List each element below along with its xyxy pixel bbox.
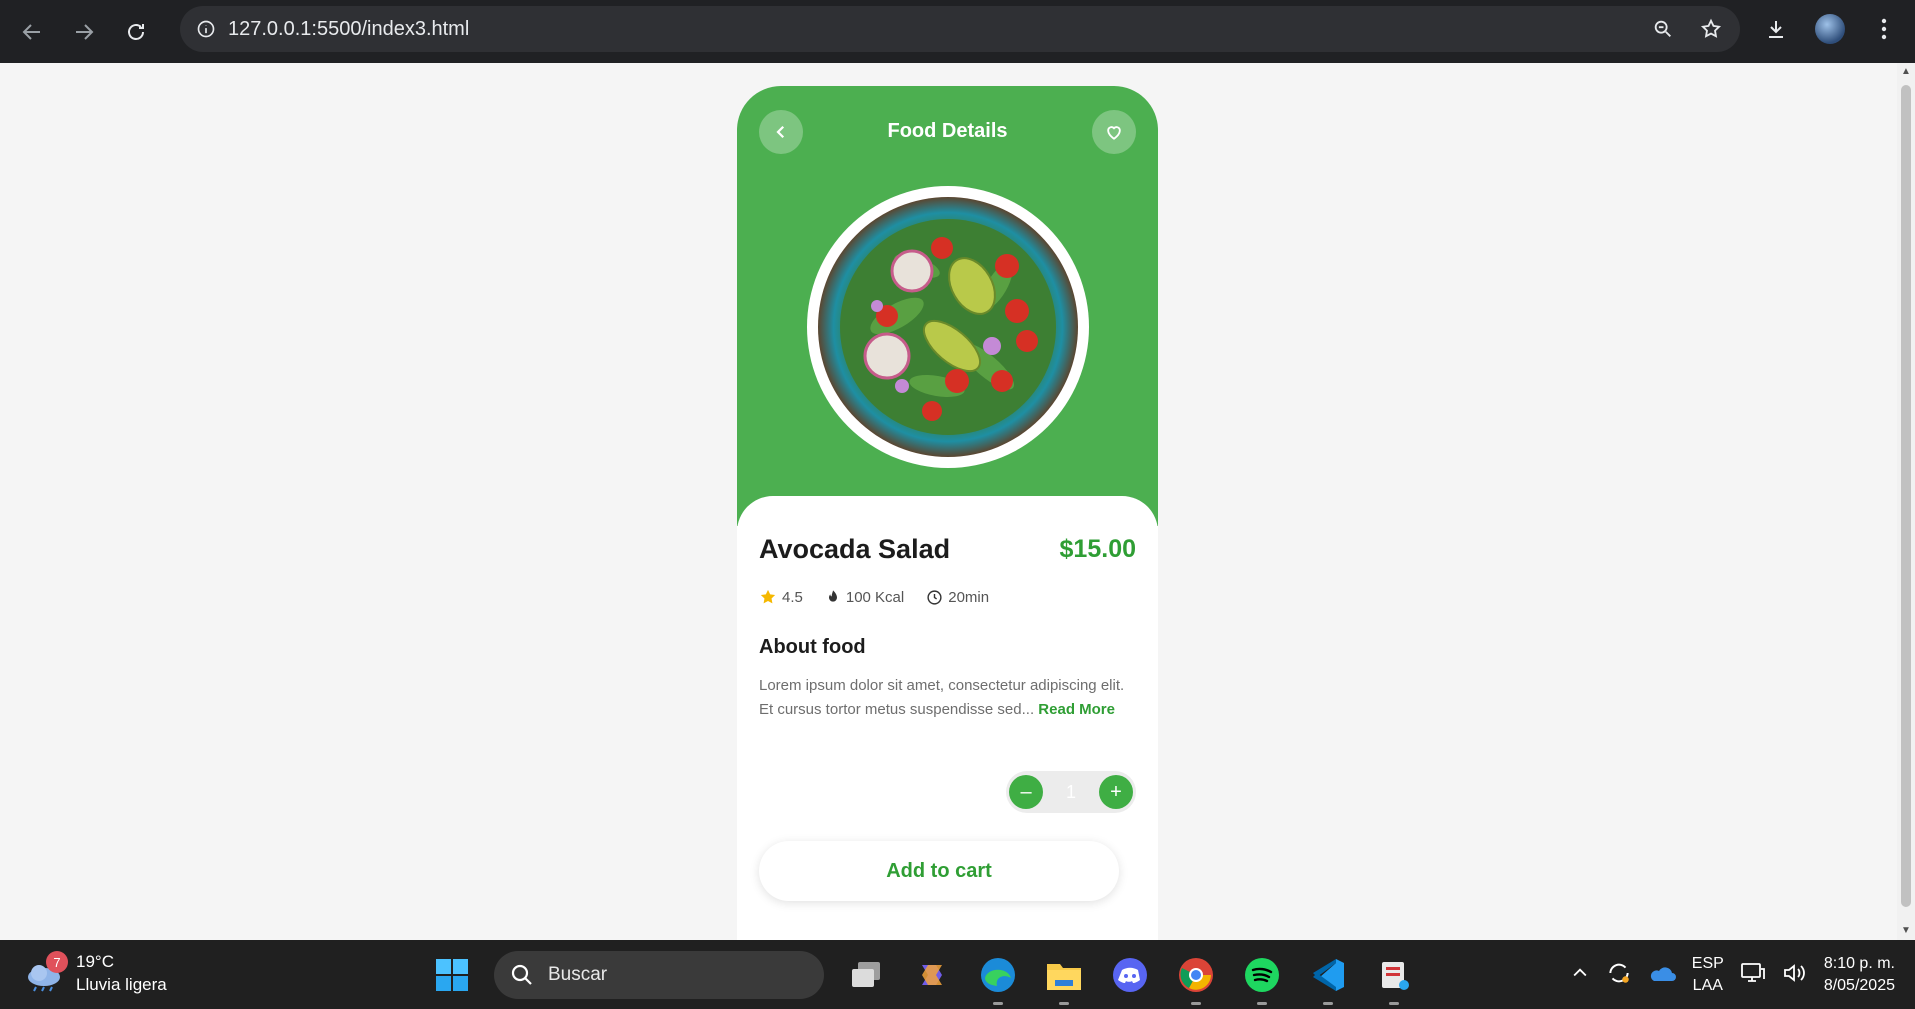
read-more-link[interactable]: Read More bbox=[1038, 701, 1115, 718]
food-description: Lorem ipsum dolor sit amet, consectetur … bbox=[759, 674, 1129, 722]
food-image-frame bbox=[807, 186, 1089, 468]
language-secondary: LAA bbox=[1692, 977, 1723, 994]
salad-bowl-image bbox=[818, 197, 1078, 457]
flame-icon bbox=[828, 590, 837, 602]
taskbar-search[interactable]: Buscar bbox=[494, 951, 824, 999]
food-name: Avocada Salad bbox=[759, 534, 951, 564]
increase-button[interactable]: + bbox=[1098, 775, 1133, 809]
windows-start-icon[interactable] bbox=[428, 951, 476, 999]
copilot-icon[interactable] bbox=[908, 951, 956, 999]
discord-icon[interactable] bbox=[1106, 951, 1154, 999]
clock-time: 8:10 p. m. bbox=[1823, 955, 1895, 972]
task-view-icon[interactable] bbox=[842, 951, 890, 999]
download-icon[interactable] bbox=[1755, 8, 1797, 50]
favorite-button[interactable] bbox=[1092, 110, 1136, 154]
calories-value: 100 Kcal bbox=[845, 588, 905, 606]
search-placeholder: Buscar bbox=[548, 964, 608, 985]
file-explorer-icon[interactable] bbox=[1040, 951, 1088, 1005]
clock[interactable]: 8:10 p. m. 8/05/2025 bbox=[1824, 953, 1895, 997]
rain-cloud-icon: 7 bbox=[24, 951, 68, 993]
quantity-stepper: – 1 + bbox=[1006, 771, 1136, 813]
search-icon bbox=[511, 964, 532, 985]
sync-icon[interactable] bbox=[1606, 960, 1632, 991]
system-tray: ESP LAA 8:10 p. m. 8/05/2025 bbox=[1570, 948, 1895, 1002]
url-text[interactable]: 127.0.0.1:5500/index3.html bbox=[228, 18, 469, 41]
food-details-card: Food Details Avocada Salad $15.00 4.5 10… bbox=[737, 86, 1158, 940]
temperature: 19°C bbox=[76, 952, 114, 971]
weather-badge: 7 bbox=[46, 951, 68, 973]
snipping-tool-icon[interactable] bbox=[1370, 951, 1418, 1005]
price: $15.00 bbox=[1059, 535, 1136, 563]
about-heading: About food bbox=[759, 636, 866, 658]
time-value: 20min bbox=[948, 588, 990, 606]
browser-toolbar: 127.0.0.1:5500/index3.html bbox=[0, 0, 1915, 63]
clock-date: 8/05/2025 bbox=[1823, 977, 1895, 994]
profile-avatar[interactable] bbox=[1809, 8, 1851, 50]
add-to-cart-button[interactable]: Add to cart bbox=[759, 841, 1119, 901]
volume-icon[interactable] bbox=[1782, 961, 1808, 990]
language-primary: ESP bbox=[1691, 955, 1724, 972]
decrease-button[interactable]: – bbox=[1009, 775, 1043, 809]
page-scrollbar[interactable]: ▲ ▼ bbox=[1897, 63, 1915, 940]
address-bar[interactable]: 127.0.0.1:5500/index3.html bbox=[180, 6, 1740, 52]
time-item: 20min bbox=[926, 589, 989, 606]
star-icon bbox=[760, 589, 776, 604]
more-menu-icon[interactable] bbox=[1863, 8, 1905, 50]
details-sheet: Avocada Salad $15.00 4.5 100 Kcal 20min … bbox=[737, 496, 1158, 940]
forward-arrow-icon[interactable] bbox=[58, 6, 110, 58]
bookmark-star-icon[interactable] bbox=[1694, 12, 1728, 46]
food-meta: 4.5 100 Kcal 20min bbox=[759, 588, 989, 606]
zoom-icon[interactable] bbox=[1646, 12, 1680, 46]
back-arrow-icon[interactable] bbox=[6, 6, 58, 58]
calories-item: 100 Kcal bbox=[825, 588, 904, 606]
vscode-icon[interactable] bbox=[1304, 951, 1352, 1005]
weather-description: Lluvia ligera bbox=[76, 975, 167, 994]
taskbar-apps: Buscar bbox=[428, 950, 1418, 1005]
site-info-icon[interactable] bbox=[184, 7, 228, 51]
network-icon[interactable] bbox=[1740, 961, 1766, 990]
reload-icon[interactable] bbox=[110, 6, 162, 58]
language-indicator[interactable]: ESP LAA bbox=[1692, 953, 1724, 997]
onedrive-icon[interactable] bbox=[1648, 963, 1676, 988]
scroll-thumb[interactable] bbox=[1901, 85, 1911, 907]
spotify-icon[interactable] bbox=[1238, 951, 1286, 1005]
chevron-up-icon[interactable] bbox=[1570, 963, 1590, 988]
chrome-icon[interactable] bbox=[1172, 951, 1220, 1005]
quantity-value: 1 bbox=[1065, 781, 1076, 802]
taskbar: 7 19°C Lluvia ligera Buscar ESP LAA 8:10… bbox=[0, 940, 1915, 1009]
rating-item: 4.5 bbox=[759, 588, 803, 606]
rating-value: 4.5 bbox=[782, 588, 803, 606]
clock-icon bbox=[927, 589, 942, 605]
hero-section: Food Details bbox=[737, 86, 1158, 526]
scroll-down-arrow-icon[interactable]: ▼ bbox=[1900, 926, 1912, 936]
title-row: Avocada Salad $15.00 bbox=[759, 534, 1136, 565]
edge-browser-icon[interactable] bbox=[974, 951, 1022, 1005]
scroll-up-arrow-icon[interactable]: ▲ bbox=[1900, 67, 1912, 77]
weather-widget[interactable]: 7 19°C Lluvia ligera bbox=[24, 950, 167, 996]
